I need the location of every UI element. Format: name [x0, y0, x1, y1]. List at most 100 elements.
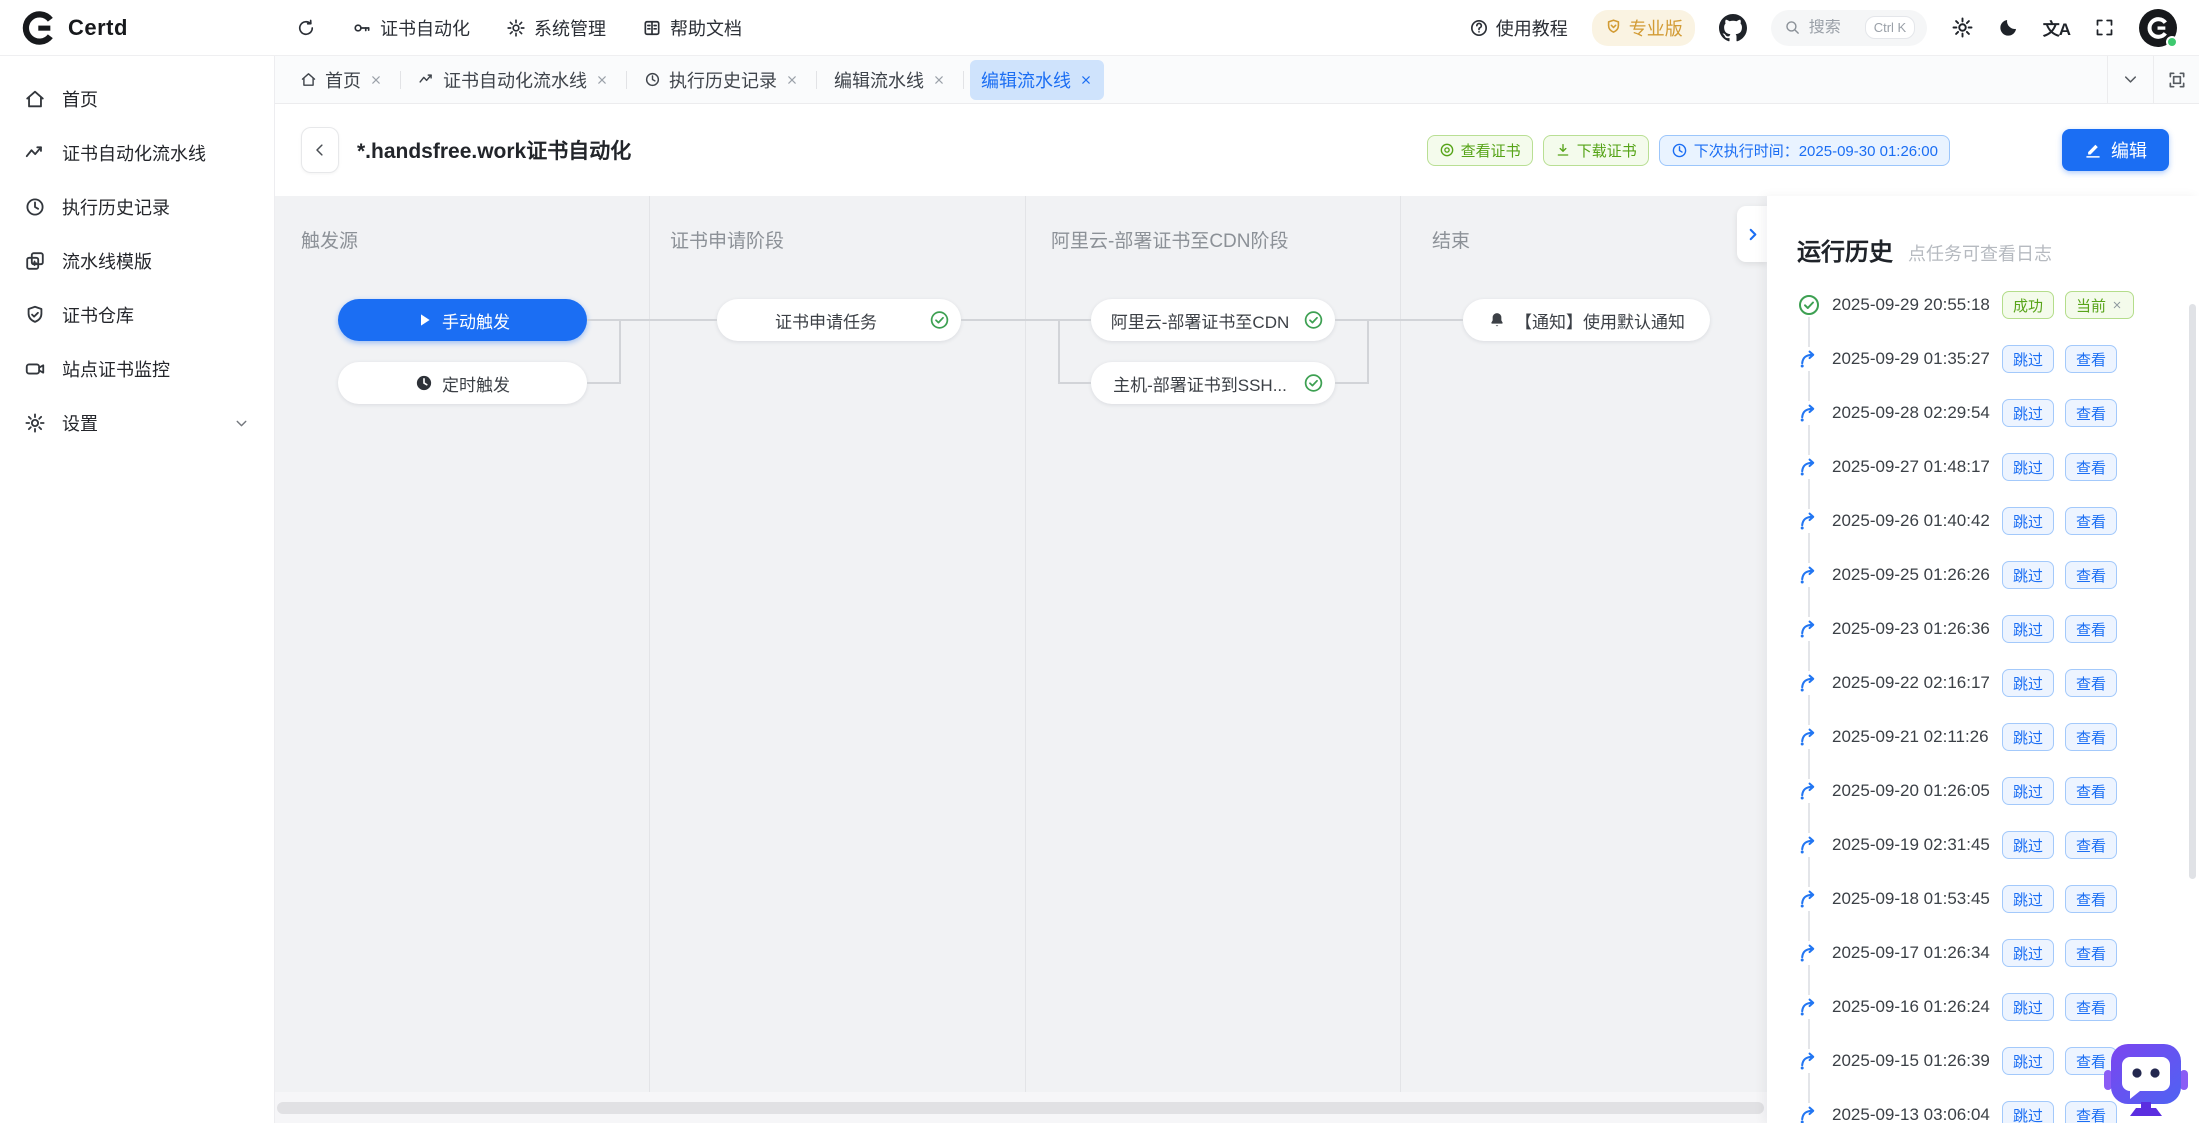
badge-close-icon[interactable] — [2111, 299, 2123, 311]
chevron-right-icon — [1744, 226, 1761, 243]
sidebar-item[interactable]: 首页 — [0, 72, 274, 126]
stage-title: 证书申请阶段 — [670, 226, 784, 253]
view-log-button[interactable]: 查看 — [2065, 993, 2117, 1021]
view-log-button[interactable]: 查看 — [2065, 669, 2117, 697]
tab-close-icon[interactable] — [1079, 73, 1093, 87]
view-cert-button[interactable]: 查看证书 — [1427, 135, 1533, 166]
tabs-dropdown-button[interactable] — [2107, 56, 2153, 103]
history-panel-toggle[interactable] — [1737, 206, 1767, 262]
sidebar-item[interactable]: 站点证书监控 — [0, 342, 274, 396]
view-log-button[interactable]: 查看 — [2065, 345, 2117, 373]
tab-0[interactable]: 首页 — [289, 60, 394, 100]
history-entry-row: 2025-09-20 01:26:05跳过查看 — [1797, 764, 2187, 818]
tab-2[interactable]: 执行历史记录 — [633, 60, 810, 100]
badge-label: 跳过 — [2013, 781, 2043, 802]
task-label: 手动触发 — [442, 308, 510, 333]
edit-button[interactable]: 编辑 — [2062, 129, 2169, 171]
nav-menu-item[interactable]: 证书自动化 — [352, 15, 470, 41]
sidebar-item[interactable]: 证书仓库 — [0, 288, 274, 342]
run-status-badge: 跳过 — [2002, 831, 2054, 859]
tab-1[interactable]: 证书自动化流水线 — [407, 60, 620, 100]
language-translate-icon[interactable]: 文A — [2043, 15, 2070, 40]
run-history-panel: 运行历史 点任务可查看日志 2025-09-29 20:55:18成功当前202… — [1767, 196, 2199, 1123]
sidebar-item[interactable]: 流水线模版 — [0, 234, 274, 288]
brand[interactable]: Certd — [22, 11, 128, 45]
badge-label: 查看 — [2076, 511, 2106, 532]
fullscreen-icon[interactable] — [2094, 17, 2115, 38]
pipeline-canvas: 触发源手动触发定时触发证书申请阶段证书申请任务阿里云-部署证书至CDN阶段阿里云… — [275, 196, 1767, 1123]
dark-mode-moon-icon[interactable] — [1998, 17, 2019, 38]
run-timestamp: 2025-09-26 01:40:42 — [1832, 511, 1991, 531]
badge-label: 跳过 — [2013, 943, 2043, 964]
task-success-icon — [929, 310, 950, 331]
search-input[interactable]: Ctrl K — [1771, 10, 1927, 46]
view-log-button[interactable]: 查看 — [2065, 777, 2117, 805]
connector-line — [587, 319, 717, 321]
view-log-button[interactable]: 查看 — [2065, 507, 2117, 535]
view-log-button[interactable]: 查看 — [2065, 939, 2117, 967]
nav-menu-item[interactable]: 系统管理 — [506, 15, 606, 41]
refresh-icon — [296, 18, 316, 38]
tutorial-link[interactable]: 使用教程 — [1469, 15, 1568, 41]
robot-ear-right — [2180, 1070, 2188, 1090]
run-status-badge[interactable]: 当前 — [2065, 291, 2134, 319]
run-skipped-icon — [1797, 1049, 1821, 1073]
gear-icon — [24, 412, 46, 434]
pipeline-task-node[interactable]: 阿里云-部署证书至CDN — [1091, 299, 1335, 341]
tab-close-icon[interactable] — [932, 73, 946, 87]
template-icon — [24, 250, 46, 272]
view-log-button[interactable]: 查看 — [2065, 453, 2117, 481]
view-log-button[interactable]: 查看 — [2065, 561, 2117, 589]
history-list: 2025-09-29 20:55:18成功当前2025-09-29 01:35:… — [1797, 278, 2187, 1123]
tab-label: 编辑流水线 — [981, 67, 1071, 93]
nav-menu-item[interactable]: 帮助文档 — [642, 15, 742, 41]
brand-name: Certd — [68, 15, 128, 41]
user-avatar[interactable] — [2139, 9, 2177, 47]
view-log-button[interactable]: 查看 — [2065, 399, 2117, 427]
sidebar-item[interactable]: 证书自动化流水线 — [0, 126, 274, 180]
settings-gear-icon[interactable] — [1951, 16, 1974, 39]
stage-divider — [1400, 196, 1401, 1092]
history-icon — [644, 71, 661, 88]
chat-robot-widget[interactable] — [2103, 1038, 2189, 1118]
refresh-button[interactable] — [296, 18, 316, 38]
view-log-button[interactable]: 查看 — [2065, 723, 2117, 751]
pipeline-task-node[interactable]: 手动触发 — [338, 299, 587, 341]
run-timestamp: 2025-09-29 20:55:18 — [1832, 295, 1991, 315]
pro-version-badge[interactable]: 专业版 — [1592, 10, 1695, 46]
badge-label: 查看 — [2076, 781, 2106, 802]
vertical-scrollbar-thumb[interactable] — [2189, 304, 2196, 879]
pipeline-task-node[interactable]: 【通知】使用默认通知 — [1463, 299, 1710, 341]
content-fullscreen-button[interactable] — [2153, 56, 2199, 103]
pipeline-task-node[interactable]: 主机-部署证书到SSH... — [1091, 362, 1335, 404]
badge-label: 跳过 — [2013, 889, 2043, 910]
pipeline-task-node[interactable]: 定时触发 — [338, 362, 587, 404]
sidebar-item[interactable]: 设置 — [0, 396, 274, 450]
pipeline-task-node[interactable]: 证书申请任务 — [717, 299, 961, 341]
github-icon[interactable] — [1719, 14, 1747, 42]
run-skipped-icon — [1797, 401, 1821, 425]
tab-active[interactable]: 编辑流水线 — [970, 60, 1104, 100]
history-entry-row: 2025-09-16 01:26:24跳过查看 — [1797, 980, 2187, 1034]
badge-label: 跳过 — [2013, 1105, 2043, 1123]
tab-close-icon[interactable] — [785, 73, 799, 87]
run-timestamp: 2025-09-18 01:53:45 — [1832, 889, 1991, 909]
run-skipped-icon — [1797, 509, 1821, 533]
tab-close-icon[interactable] — [369, 73, 383, 87]
tab-3[interactable]: 编辑流水线 — [823, 60, 957, 100]
back-button[interactable] — [301, 127, 339, 173]
task-label: 证书申请任务 — [775, 308, 877, 333]
tab-close-icon[interactable] — [595, 73, 609, 87]
badge-label: 查看 — [2076, 673, 2106, 694]
search-field[interactable] — [1809, 19, 1857, 37]
stage-title: 触发源 — [301, 226, 358, 253]
top-navbar: Certd 证书自动化 系统管理 帮助文档 使用教程 专业版 Ctrl K 文A — [0, 0, 2199, 56]
run-timestamp: 2025-09-27 01:48:17 — [1832, 457, 1991, 477]
history-entry-row: 2025-09-23 01:26:36跳过查看 — [1797, 602, 2187, 656]
sidebar-item[interactable]: 执行历史记录 — [0, 180, 274, 234]
view-log-button[interactable]: 查看 — [2065, 885, 2117, 913]
view-log-button[interactable]: 查看 — [2065, 615, 2117, 643]
horizontal-scrollbar-thumb[interactable] — [277, 1102, 1764, 1114]
download-cert-button[interactable]: 下载证书 — [1543, 135, 1649, 166]
view-log-button[interactable]: 查看 — [2065, 831, 2117, 859]
